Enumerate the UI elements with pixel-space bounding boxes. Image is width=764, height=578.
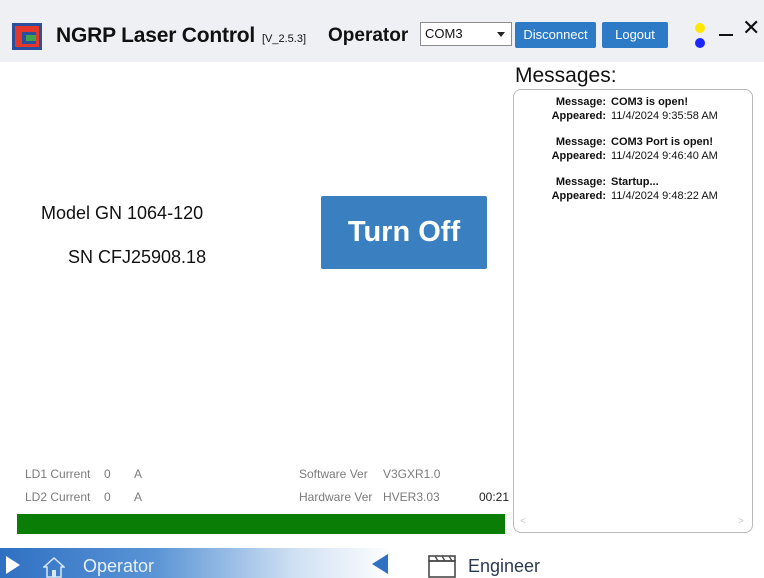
turn-off-button[interactable]: Turn Off — [321, 196, 487, 269]
app-version: [V_2.5.3] — [262, 33, 307, 45]
hardware-ver-value: HVER3.03 — [383, 490, 440, 504]
bottom-navigation: Operator Engineer — [0, 548, 764, 578]
logout-button[interactable]: Logout — [602, 22, 668, 48]
com-port-select[interactable]: COM3 — [420, 22, 512, 46]
horizontal-scrollbar[interactable]: < > — [516, 516, 750, 528]
clapperboard-icon[interactable] — [427, 554, 457, 578]
com-port-value: COM3 — [425, 26, 463, 41]
message-time: 11/4/2024 9:48:22 AM — [611, 190, 718, 202]
app-title: NGRP Laser Control — [56, 24, 256, 47]
message-entry: Message: Startup... Appeared: 11/4/2024 … — [514, 176, 752, 204]
software-ver-label: Software Ver — [299, 467, 368, 481]
tab-pointer-icon — [372, 554, 388, 574]
ld1-current-value: 0 — [104, 467, 111, 481]
message-key: Message: — [555, 176, 606, 188]
app-logo-icon — [12, 23, 42, 50]
message-text: COM3 is open! — [611, 96, 689, 108]
software-ver-value: V3GXR1.0 — [383, 467, 441, 481]
tab-operator-label: Operator — [83, 556, 155, 576]
scroll-left-icon[interactable]: < — [520, 516, 526, 527]
status-blue-dot-icon — [695, 38, 705, 48]
title-bar: NGRP Laser Control [V_2.5.3] Operator CO… — [0, 0, 764, 62]
close-icon[interactable]: ✕ — [742, 18, 760, 40]
appeared-key: Appeared: — [551, 150, 606, 162]
message-time: 11/4/2024 9:35:58 AM — [611, 110, 718, 122]
ld2-current-unit: A — [134, 490, 143, 504]
message-text: COM3 Port is open! — [611, 136, 714, 148]
device-model: Model GN 1064-120 — [41, 203, 204, 223]
tab-operator[interactable]: Operator — [0, 548, 392, 578]
current-role-label: Operator — [328, 25, 409, 46]
chevron-down-icon[interactable] — [497, 32, 505, 37]
ld2-current-value: 0 — [104, 490, 111, 504]
progress-bar-fill — [17, 514, 505, 534]
message-text: Startup... — [611, 176, 659, 188]
device-serial: SN CFJ25908.18 — [68, 247, 207, 267]
ld1-current-unit: A — [134, 467, 143, 481]
appeared-key: Appeared: — [551, 110, 606, 122]
progress-bar — [17, 514, 505, 534]
scroll-right-icon[interactable]: > — [738, 516, 744, 527]
appeared-key: Appeared: — [551, 190, 606, 202]
messages-list[interactable]: Message: COM3 is open! Appeared: 11/4/20… — [513, 89, 753, 533]
play-arrow-icon — [6, 556, 20, 574]
messages-title: Messages: — [515, 64, 617, 87]
disconnect-button[interactable]: Disconnect — [515, 22, 596, 48]
message-key: Message: — [555, 136, 606, 148]
status-yellow-dot-icon — [695, 23, 705, 33]
minimize-icon[interactable] — [719, 34, 733, 36]
message-time: 11/4/2024 9:46:40 AM — [611, 150, 718, 162]
message-entry: Message: COM3 is open! Appeared: 11/4/20… — [514, 96, 752, 124]
tab-engineer[interactable]: Engineer — [468, 556, 540, 577]
home-icon — [43, 556, 65, 578]
message-key: Message: — [555, 96, 606, 108]
ld1-current-label: LD1 Current — [25, 467, 91, 481]
elapsed-timer: 00:21 — [479, 490, 510, 504]
message-entry: Message: COM3 Port is open! Appeared: 11… — [514, 136, 752, 164]
hardware-ver-label: Hardware Ver — [299, 490, 373, 504]
ld2-current-label: LD2 Current — [25, 490, 91, 504]
